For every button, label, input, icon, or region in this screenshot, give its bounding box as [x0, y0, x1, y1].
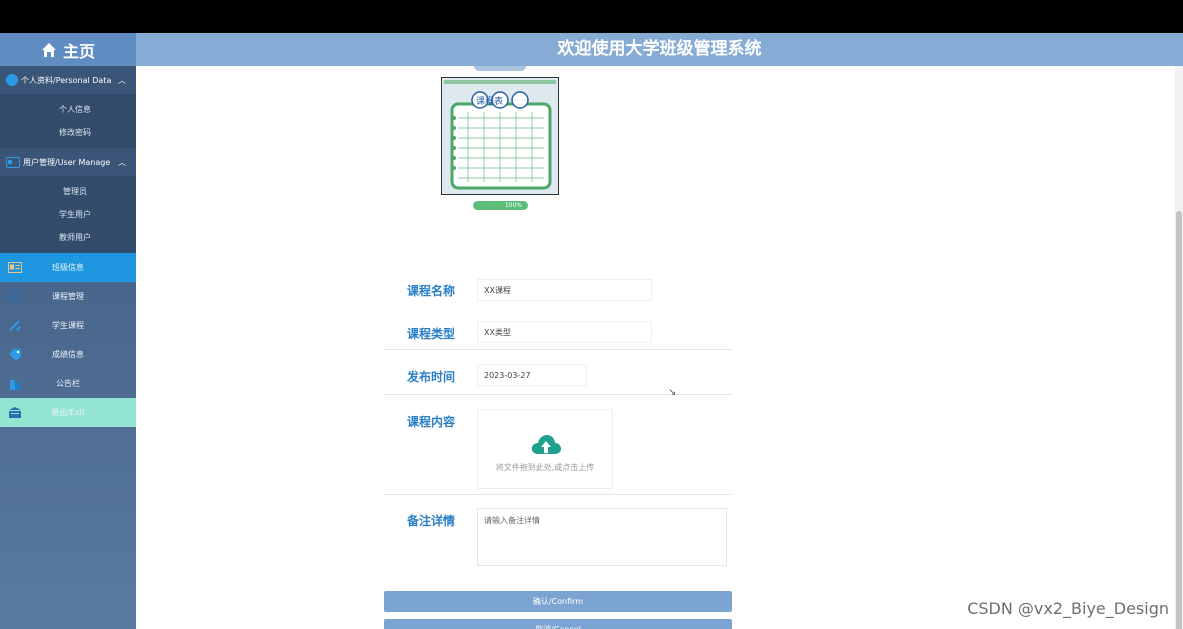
divider — [384, 349, 732, 350]
building-icon — [10, 380, 20, 390]
globe-icon — [6, 74, 18, 86]
divider — [384, 394, 732, 395]
home-icon — [41, 42, 56, 57]
upload-progress-bar: 100% — [473, 201, 528, 210]
sidebar-item-class-info[interactable]: 班级信息 — [0, 253, 136, 282]
cloud-upload-icon — [531, 435, 561, 454]
sidebar-sublist-personal: 个人信息 修改密码 — [0, 94, 136, 148]
watermark: CSDN @vx2_Biye_Design — [967, 599, 1169, 618]
sidebar-group-personal-label: 个人资料/Personal Data — [21, 75, 112, 85]
remarks-label: 备注详情 — [406, 514, 455, 528]
uploaded-poster-image[interactable]: 课程表 — [441, 77, 559, 195]
timetable-image: 课程表 — [442, 78, 558, 194]
chevron-up-icon: ︿ — [118, 158, 126, 167]
cancel-button[interactable]: 取消/Cancel — [384, 619, 732, 629]
divider — [384, 494, 732, 495]
sidebar-sublist-users: 管理员 学生用户 教师用户 — [0, 176, 136, 253]
scrollbar-thumb[interactable] — [1176, 211, 1182, 629]
tag-icon — [9, 349, 21, 361]
publish-time-input[interactable]: 2023-03-27 — [477, 364, 587, 386]
app-window: 主页 欢迎使用大学班级管理系统 个人资料/Personal Data ︿ 个人信… — [0, 33, 1183, 629]
course-type-input[interactable]: XX类型 — [477, 321, 652, 343]
id-card-icon — [8, 262, 22, 273]
top-bar: 主页 欢迎使用大学班级管理系统 — [0, 33, 1183, 66]
sidebar-group-users[interactable]: 用户管理/User Manage ︿ — [0, 148, 136, 176]
inbox-icon — [9, 407, 21, 418]
home-label: 主页 — [62, 41, 95, 61]
main-content: 课程表 100% 课程名称 XX课程 课程类型 XX类型 发布时间 2023-0… — [136, 66, 1175, 629]
mouse-cursor-icon: ↘ — [668, 387, 677, 398]
upload-hint: 将文件拖到此处,或点击上传 — [495, 463, 595, 472]
sidebar-group-users-label: 用户管理/User Manage — [23, 157, 111, 167]
sidebar-item-course-manage[interactable]: 课程管理 — [0, 282, 136, 311]
remarks-textarea[interactable]: 请输入备注详情 — [477, 508, 727, 566]
sidebar-item-admin[interactable]: 管理员 — [0, 180, 136, 203]
publish-time-label: 发布时间 — [406, 370, 455, 384]
page-scrollbar[interactable] — [1175, 66, 1183, 629]
home-button[interactable]: 主页 — [0, 33, 136, 66]
sidebar-item-announcements[interactable]: 公告栏 — [0, 369, 136, 398]
globe-icon — [9, 290, 21, 303]
course-name-input[interactable]: XX课程 — [477, 279, 652, 301]
poster-title-char: 课程表 — [476, 95, 503, 107]
course-type-label: 课程类型 — [406, 327, 455, 341]
sidebar-item-personal-info[interactable]: 个人信息 — [0, 98, 136, 121]
user-card-icon — [6, 156, 20, 168]
sidebar: 个人资料/Personal Data ︿ 个人信息 修改密码 用户管理/User… — [0, 66, 136, 629]
sidebar-item-change-password[interactable]: 修改密码 — [0, 121, 136, 144]
sidebar-group-personal[interactable]: 个人资料/Personal Data ︿ — [0, 66, 136, 94]
sidebar-item-teacher-users[interactable]: 教师用户 — [0, 226, 136, 249]
sidebar-item-student-users[interactable]: 学生用户 — [0, 203, 136, 226]
sidebar-item-student-courses[interactable]: 学生课程 — [0, 311, 136, 340]
app-title: 欢迎使用大学班级管理系统 — [557, 39, 762, 59]
confirm-button[interactable]: 确认/Confirm — [384, 591, 732, 612]
sidebar-item-exit[interactable]: 退出/Exit — [0, 398, 136, 427]
tools-icon — [9, 320, 21, 331]
course-content-label: 课程内容 — [406, 415, 455, 429]
sidebar-item-grades[interactable]: 成绩信息 — [0, 340, 136, 369]
chevron-up-icon: ︿ — [118, 76, 126, 85]
poster-tab — [474, 66, 526, 71]
file-upload-dropzone[interactable]: 将文件拖到此处,或点击上传 — [477, 409, 613, 489]
course-name-label: 课程名称 — [406, 284, 455, 298]
